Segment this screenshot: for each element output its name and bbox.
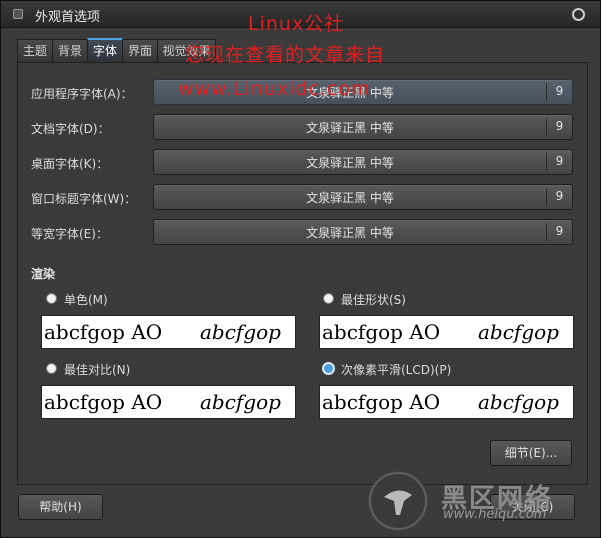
desktop-font-label: 桌面字体(K)：: [31, 157, 109, 171]
preview-monochrome[interactable]: abcfgop AO abcfgop: [41, 315, 296, 349]
preview-subpixel[interactable]: abcfgop AO abcfgop: [319, 385, 574, 419]
window-title-font-label: 窗口标题字体(W)：: [31, 192, 137, 206]
font-name: 文泉驿正黑 中等: [306, 121, 394, 135]
font-size: 9: [555, 84, 564, 98]
close-window-icon[interactable]: [572, 8, 585, 21]
radio-label: 单色(M): [64, 293, 108, 307]
radio-label: 最佳对比(N): [64, 363, 131, 377]
font-size: 9: [555, 189, 564, 203]
preview-italic-text: abcfgop: [478, 390, 559, 414]
rendering-heading: 渲染: [31, 267, 56, 281]
preview-italic-text: abcfgop: [200, 320, 281, 344]
tab-theme[interactable]: 主题: [17, 39, 53, 62]
font-name: 文泉驿正黑 中等: [306, 191, 394, 205]
watermark-line-1: Linux公社: [248, 13, 345, 35]
preview-regular-text: abcfgop AO: [44, 320, 163, 344]
radio-button-icon[interactable]: [46, 363, 57, 374]
monospace-font-button[interactable]: 文泉驿正黑 中等 9: [153, 219, 573, 245]
watermark-line-3: www.Linuxidc.com: [178, 78, 371, 100]
preview-best-shapes[interactable]: abcfgop AO abcfgop: [319, 315, 574, 349]
logo-icon: [368, 471, 428, 531]
font-name: 文泉驿正黑 中等: [306, 156, 394, 170]
font-size: 9: [555, 224, 564, 238]
desktop-font-button[interactable]: 文泉驿正黑 中等 9: [153, 149, 573, 175]
font-name: 文泉驿正黑 中等: [306, 226, 394, 240]
preview-regular-text: abcfgop AO: [44, 390, 163, 414]
tab-background[interactable]: 背景: [52, 39, 88, 62]
radio-button-icon[interactable]: [46, 293, 57, 304]
font-size: 9: [555, 154, 564, 168]
logo-url: www.heiqu.com: [443, 507, 547, 522]
window-title: 外观首选项: [35, 10, 101, 25]
document-font-label: 文档字体(D)：: [31, 122, 110, 136]
window-menu-icon[interactable]: [13, 9, 23, 19]
tab-interface[interactable]: 界面: [122, 39, 158, 62]
preview-regular-text: abcfgop AO: [322, 390, 441, 414]
preview-best-contrast[interactable]: abcfgop AO abcfgop: [41, 385, 296, 419]
radio-label: 最佳形状(S): [341, 293, 406, 307]
details-button[interactable]: 细节(E)...: [490, 440, 572, 466]
preview-regular-text: abcfgop AO: [322, 320, 441, 344]
help-button[interactable]: 帮助(H): [18, 494, 103, 520]
radio-label: 次像素平滑(LCD)(P): [341, 363, 452, 377]
watermark-line-2: 您现在查看的文章来自: [185, 44, 386, 66]
radio-button-selected-icon[interactable]: [322, 362, 335, 375]
font-size: 9: [555, 119, 564, 133]
monospace-font-label: 等宽字体(E)：: [31, 227, 108, 241]
document-font-button[interactable]: 文泉驿正黑 中等 9: [153, 114, 573, 140]
preview-italic-text: abcfgop: [478, 320, 559, 344]
radio-button-icon[interactable]: [323, 293, 334, 304]
preview-italic-text: abcfgop: [200, 390, 281, 414]
app-font-label: 应用程序字体(A)：: [31, 87, 133, 101]
window-title-font-button[interactable]: 文泉驿正黑 中等 9: [153, 184, 573, 210]
tab-fonts[interactable]: 字体: [87, 38, 123, 62]
